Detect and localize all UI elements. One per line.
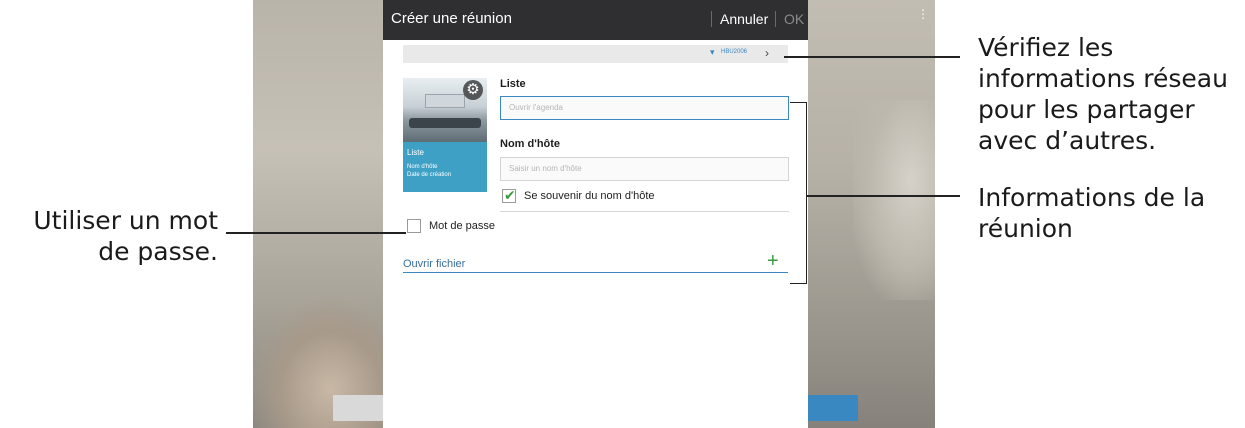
background-button-right: [808, 395, 858, 421]
create-meeting-dialog: Créer une réunion Annuler OK ▾ HBU2006 ›…: [383, 0, 808, 428]
agenda-input[interactable]: Ouvrir l'agenda: [500, 96, 789, 120]
remember-host-label: Se souvenir du nom d'hôte: [524, 190, 655, 202]
dialog-titlebar: Créer une réunion Annuler OK: [383, 0, 808, 40]
check-icon: ✔: [504, 187, 516, 203]
thumbnail-title: Liste: [407, 148, 424, 157]
leader-info-top: [790, 102, 807, 103]
device-screen: ⋮ Créer une réunion Annuler OK ▾ HBU2006…: [253, 0, 935, 428]
leader-network: [784, 56, 960, 58]
callout-network-info: Vérifiez les informations réseau pour le…: [978, 33, 1228, 155]
host-label: Nom d'hôte: [500, 138, 561, 150]
callout-password: Utiliser un mot de passe.: [33, 206, 218, 266]
chevron-right-icon[interactable]: ›: [765, 46, 769, 60]
liste-label: Liste: [500, 78, 526, 90]
room-table: [409, 118, 481, 128]
network-info-bar[interactable]: ▾ HBU2006 ›: [403, 45, 788, 63]
leader-password: [226, 232, 406, 234]
section-divider: [500, 211, 789, 212]
room-screen: [425, 94, 465, 108]
network-name: HBU2006: [721, 49, 748, 55]
title-divider: [711, 11, 712, 27]
cancel-button[interactable]: Annuler: [720, 11, 768, 27]
leader-info-bracket: [806, 102, 807, 283]
dialog-title: Créer une réunion: [391, 10, 512, 27]
more-vertical-icon[interactable]: ⋮: [917, 8, 929, 28]
remember-host-checkbox[interactable]: ✔: [502, 187, 516, 203]
background-person: [853, 100, 935, 300]
password-label: Mot de passe: [429, 220, 496, 232]
thumbnail-host-label: Nom d'hôte: [407, 164, 438, 170]
leader-info-bottom: [790, 283, 807, 284]
open-file-underline: [403, 272, 788, 273]
meeting-room-photo: ⚙: [403, 78, 487, 142]
gear-icon[interactable]: ⚙: [463, 80, 483, 100]
callout-meeting-info: Informations de la réunion: [978, 183, 1206, 243]
thumbnail-date-label: Date de création: [407, 172, 452, 178]
plus-icon[interactable]: +: [767, 251, 779, 271]
thumbnail-info: Liste Nom d'hôte Date de création: [403, 142, 487, 192]
agenda-placeholder: Ouvrir l'agenda: [509, 103, 563, 112]
host-name-input[interactable]: Saisir un nom d'hôte: [500, 157, 789, 181]
host-name-placeholder: Saisir un nom d'hôte: [509, 164, 582, 173]
meeting-thumbnail[interactable]: ⚙ Liste Nom d'hôte Date de création: [403, 78, 487, 192]
button-divider: [775, 11, 776, 27]
open-file-label[interactable]: Ouvrir fichier: [403, 258, 465, 270]
ok-button[interactable]: OK: [784, 11, 804, 27]
password-checkbox[interactable]: [407, 219, 421, 233]
leader-info: [806, 195, 960, 197]
background-button-left: [333, 395, 383, 421]
wifi-icon: ▾: [710, 47, 715, 57]
